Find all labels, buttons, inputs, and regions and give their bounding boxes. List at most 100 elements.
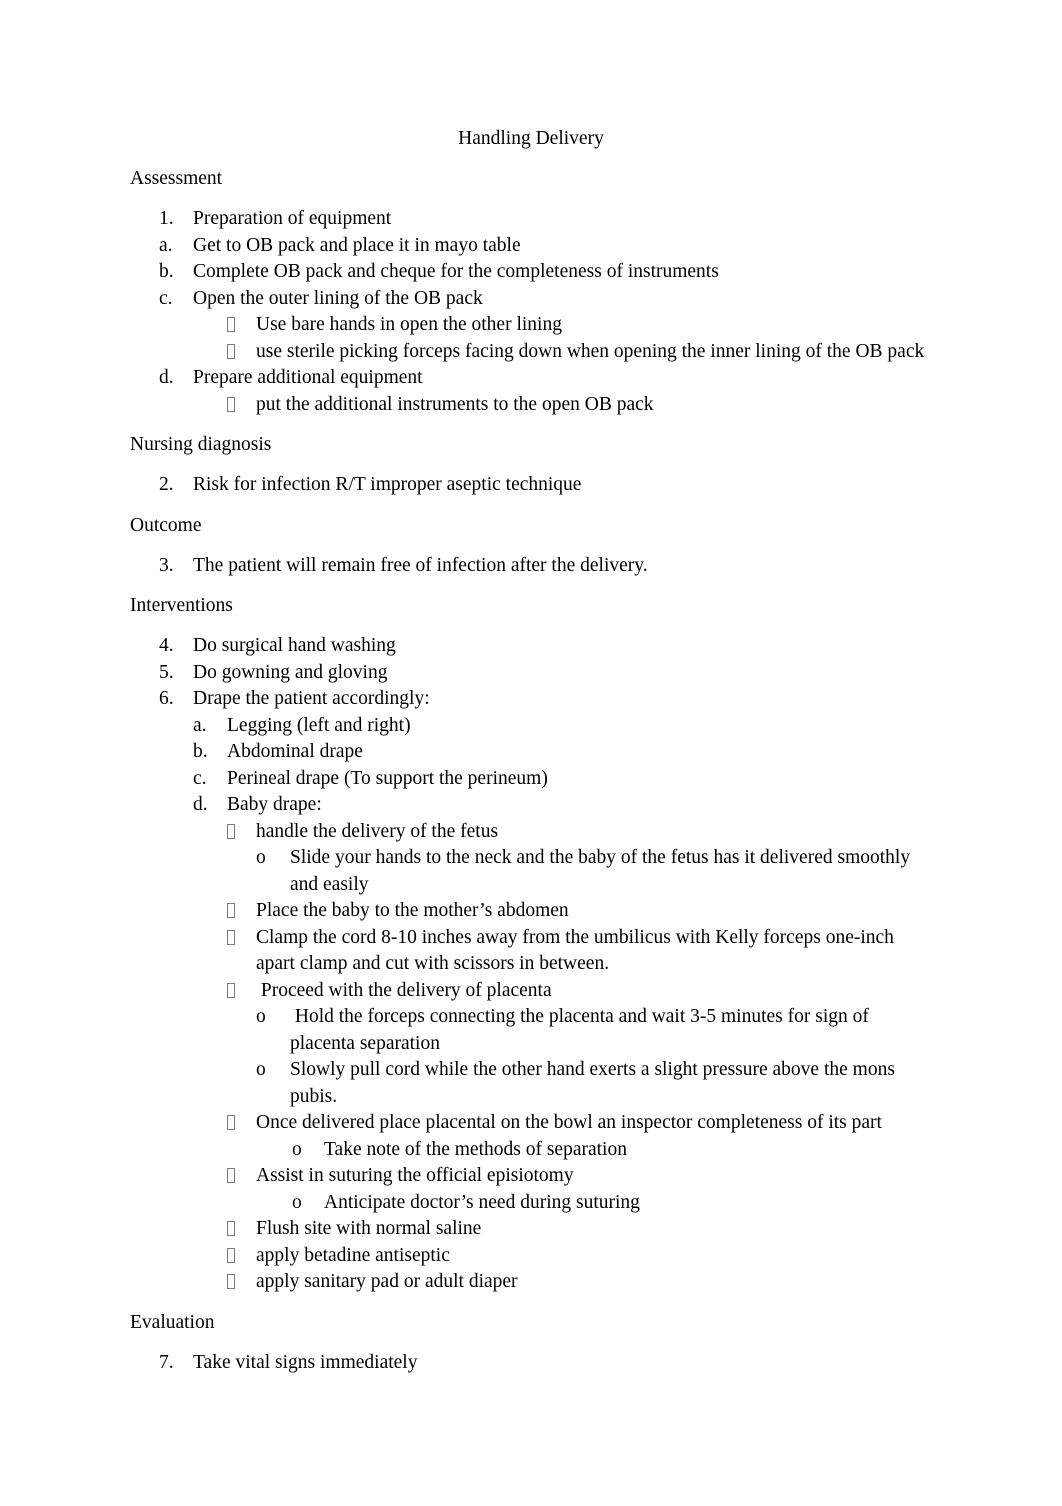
missing-glyph-box-icon-shape: [227, 1168, 235, 1183]
list-marker: d.: [159, 367, 174, 388]
list-marker: 7.: [159, 1351, 174, 1373]
list-marker: d.: [193, 794, 208, 815]
list-marker: c.: [193, 767, 207, 789]
missing-glyph-box-icon-shape: [227, 396, 235, 412]
list-marker: 3.: [159, 554, 174, 576]
list-item-text: Flush site with normal saline: [256, 1218, 482, 1239]
missing-glyph-box-icon: [227, 392, 256, 419]
list-item: d. Prepare additional equipment: [130, 365, 932, 392]
list-item: d. Baby drape:: [130, 792, 932, 819]
list-marker: 6.: [159, 688, 174, 709]
list-marker: 5.: [159, 661, 174, 683]
list-marker: 1.: [159, 208, 174, 229]
missing-glyph-box-icon: [227, 978, 256, 1005]
list-item-text: use sterile picking forceps facing down …: [256, 340, 925, 362]
missing-glyph-box-icon: [227, 1243, 256, 1270]
list-marker: b.: [193, 741, 208, 762]
list-item-text: Baby drape:: [227, 794, 322, 815]
missing-glyph-box-icon: [227, 1269, 256, 1296]
list-item: Flush site with normal saline: [130, 1216, 932, 1243]
list-item: apply betadine antiseptic: [130, 1243, 932, 1270]
list-item-text: Risk for infection R/T improper aseptic …: [193, 474, 582, 495]
list-marker: c.: [159, 287, 173, 309]
list-item-text: Drape the patient accordingly:: [193, 688, 430, 709]
list-item: Use bare hands in open the other lining: [130, 312, 932, 339]
list-marker: o: [256, 1006, 266, 1027]
list-item-text: Slowly pull cord while the other hand ex…: [290, 1059, 900, 1107]
list-item: put the additional instruments to the op…: [130, 392, 932, 419]
list-item-text: Proceed with the delivery of placenta: [256, 979, 552, 1001]
list-marker: a.: [193, 714, 207, 736]
list-marker: 2.: [159, 474, 174, 495]
list-item-text: Get to OB pack and place it in mayo tabl…: [193, 234, 521, 256]
list-item: b. Abdominal drape: [130, 739, 932, 766]
section-heading: Nursing diagnosis: [130, 434, 272, 455]
missing-glyph-box-icon-shape: [227, 317, 235, 332]
missing-glyph-box-icon: [227, 1163, 256, 1190]
list-item-text: Do surgical hand washing: [193, 635, 396, 656]
list-item: 4. Do surgical hand washing: [130, 633, 932, 660]
missing-glyph-box-icon: [227, 1216, 256, 1243]
list-item: Assist in suturing the official episioto…: [130, 1163, 932, 1190]
missing-glyph-box-icon-shape: [227, 903, 235, 918]
missing-glyph-box-icon: [227, 925, 256, 952]
missing-glyph-box-icon-shape: [227, 1115, 235, 1130]
list-item-text: Take note of the methods of separation: [324, 1138, 627, 1160]
document-page: Handling Delivery Assessment 1. Preparatio…: [0, 0, 1062, 1506]
list-item-text: Do gowning and gloving: [193, 661, 388, 683]
list-item-text: Perineal drape (To support the perineum): [227, 767, 548, 789]
list-marker: 4.: [159, 635, 174, 656]
list-item-text: Abdominal drape: [227, 741, 363, 762]
list-item-text: apply sanitary pad or adult diaper: [256, 1271, 518, 1292]
list-item: o Hold the forceps connecting the placen…: [130, 1004, 932, 1057]
missing-glyph-box-icon: [227, 819, 256, 846]
missing-glyph-box-icon-shape: [227, 1247, 235, 1263]
missing-glyph-box-icon: [227, 1110, 256, 1137]
list-item-text: Hold the forceps connecting the placenta…: [290, 1006, 874, 1054]
list-item: a. Get to OB pack and place it in mayo ta…: [130, 233, 932, 260]
list-item-text: Legging (left and right): [227, 714, 411, 736]
sections-container: Assessment 1. Preparation of equipment a. Ge…: [130, 166, 932, 1376]
list-item: Once delivered place placental on the bo…: [130, 1110, 932, 1137]
page-title: Handling Delivery: [458, 128, 604, 149]
missing-glyph-box-icon-shape: [227, 929, 235, 945]
missing-glyph-box-icon-shape: [227, 1221, 235, 1236]
list-item-text: Anticipate doctor’s need during suturing: [324, 1191, 640, 1213]
list-item: 2. Risk for infection R/T improper asepti…: [130, 472, 932, 499]
list-item: handle the delivery of the fetus: [130, 819, 932, 846]
list-item: use sterile picking forceps facing down …: [130, 339, 932, 366]
list-item-text: Place the baby to the mother’s abdomen: [256, 900, 569, 921]
missing-glyph-box-icon-shape: [227, 823, 235, 839]
document-body: Handling Delivery Assessment 1. Preparatio…: [130, 126, 932, 1376]
list-item: o Slowly pull cord while the other hand e…: [130, 1057, 932, 1110]
list-item-text: Clamp the cord 8-10 inches away from the…: [256, 926, 899, 975]
list-item: 6. Drape the patient accordingly:: [130, 686, 932, 713]
list-item: c. Perineal drape (To support the perineu…: [130, 766, 932, 793]
list-item-text: Preparation of equipment: [193, 208, 392, 229]
list-item-text: Once delivered place placental on the bo…: [256, 1112, 882, 1133]
list-marker: o: [256, 1059, 266, 1080]
list-item: 3. The patient will remain free of infect…: [130, 553, 932, 580]
list-marker: o: [256, 847, 266, 868]
list-item-text: handle the delivery of the fetus: [256, 820, 499, 842]
list-item-text: Slide your hands to the neck and the bab…: [290, 847, 915, 895]
list-item: o Slide your hands to the neck and the ba…: [130, 845, 932, 898]
missing-glyph-box-icon: [227, 312, 256, 339]
missing-glyph-box-icon-shape: [227, 982, 235, 998]
list-item: apply sanitary pad or adult diaper: [130, 1269, 932, 1296]
list-item: o Take note of the methods of separation: [130, 1137, 932, 1164]
section-heading: Interventions: [130, 595, 233, 616]
list-item-text: Assist in suturing the official episioto…: [256, 1165, 574, 1186]
list-item: 5. Do gowning and gloving: [130, 660, 932, 687]
missing-glyph-box-icon-shape: [227, 1274, 235, 1289]
list-item: Clamp the cord 8-10 inches away from the…: [130, 925, 932, 978]
list-item-text: The patient will remain free of infectio…: [193, 554, 648, 576]
section-heading: Evaluation: [130, 1311, 215, 1333]
list-marker: o: [292, 1191, 302, 1213]
list-item: c. Open the outer lining of the OB pack: [130, 286, 932, 313]
missing-glyph-box-icon-shape: [227, 343, 235, 359]
list-marker: a.: [159, 234, 173, 256]
list-item: Proceed with the delivery of placenta: [130, 978, 932, 1005]
list-item-text: Use bare hands in open the other lining: [256, 314, 562, 335]
list-item: Place the baby to the mother’s abdomen: [130, 898, 932, 925]
